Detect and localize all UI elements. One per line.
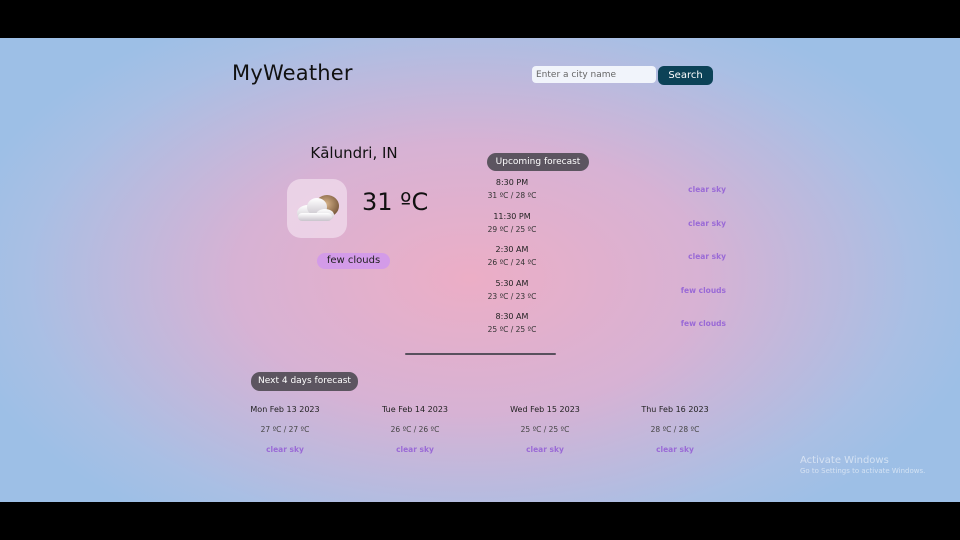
daily-item: Tue Feb 14 2023 26 ºC / 26 ºC clear sky: [360, 405, 470, 455]
hourly-item: 2:30 AM 26 ºC / 24 ºC: [470, 245, 554, 268]
daily-condition: clear sky: [656, 445, 694, 454]
app-brand: MyWeather: [232, 61, 353, 85]
hourly-condition: clear sky: [688, 252, 726, 261]
daily-condition: clear sky: [266, 445, 304, 454]
section-divider: [405, 353, 556, 355]
city-search-input[interactable]: [532, 66, 656, 83]
next-days-title: Next 4 days forecast: [251, 372, 358, 391]
app-viewport: MyWeather Search Kālundri, IN: [0, 38, 960, 502]
hourly-time: 8:30 AM: [495, 312, 529, 321]
daily-range: 25 ºC / 25 ºC: [520, 425, 570, 434]
search-button[interactable]: Search: [658, 66, 713, 85]
current-city: Kālundri, IN: [310, 144, 398, 162]
hourly-item: 11:30 PM 29 ºC / 25 ºC: [470, 212, 554, 235]
daily-condition: clear sky: [526, 445, 564, 454]
daily-date: Mon Feb 13 2023: [250, 405, 320, 414]
daily-condition: clear sky: [396, 445, 434, 454]
daily-item: Mon Feb 13 2023 27 ºC / 27 ºC clear sky: [230, 405, 340, 455]
hourly-item: 8:30 AM 25 ºC / 25 ºC: [470, 312, 554, 335]
current-temperature: 31 ºC: [362, 188, 429, 216]
hourly-range: 29 ºC / 25 ºC: [487, 225, 537, 234]
hourly-condition: few clouds: [680, 319, 726, 328]
current-condition-badge: few clouds: [317, 253, 390, 269]
hourly-item: 5:30 AM 23 ºC / 23 ºC: [470, 279, 554, 302]
few-clouds-icon: [297, 195, 339, 221]
daily-item: Wed Feb 15 2023 25 ºC / 25 ºC clear sky: [490, 405, 600, 455]
hourly-time: 8:30 PM: [495, 178, 529, 187]
daily-date: Thu Feb 16 2023: [641, 405, 709, 414]
hourly-range: 31 ºC / 28 ºC: [487, 191, 537, 200]
hourly-item: 8:30 PM 31 ºC / 28 ºC: [470, 178, 554, 201]
hourly-condition: few clouds: [680, 286, 726, 295]
hourly-condition: clear sky: [688, 185, 726, 194]
daily-range: 28 ºC / 28 ºC: [650, 425, 700, 434]
daily-date: Wed Feb 15 2023: [510, 405, 580, 414]
daily-range: 27 ºC / 27 ºC: [260, 425, 310, 434]
hourly-condition: clear sky: [688, 219, 726, 228]
daily-range: 26 ºC / 26 ºC: [390, 425, 440, 434]
watermark-title: Activate Windows: [800, 455, 889, 466]
daily-item: Thu Feb 16 2023 28 ºC / 28 ºC clear sky: [620, 405, 730, 455]
hourly-range: 23 ºC / 23 ºC: [487, 292, 537, 301]
hourly-time: 11:30 PM: [493, 212, 531, 221]
hourly-range: 25 ºC / 25 ºC: [487, 325, 537, 334]
watermark-subtitle: Go to Settings to activate Windows.: [800, 467, 926, 475]
upcoming-forecast-title: Upcoming forecast: [487, 153, 589, 171]
hourly-time: 2:30 AM: [495, 245, 529, 254]
hourly-time: 5:30 AM: [495, 279, 529, 288]
daily-date: Tue Feb 14 2023: [382, 405, 448, 414]
hourly-range: 26 ºC / 24 ºC: [487, 258, 537, 267]
current-weather-icon-box: [287, 179, 347, 238]
activate-windows-watermark: Activate Windows Go to Settings to activ…: [800, 455, 925, 475]
